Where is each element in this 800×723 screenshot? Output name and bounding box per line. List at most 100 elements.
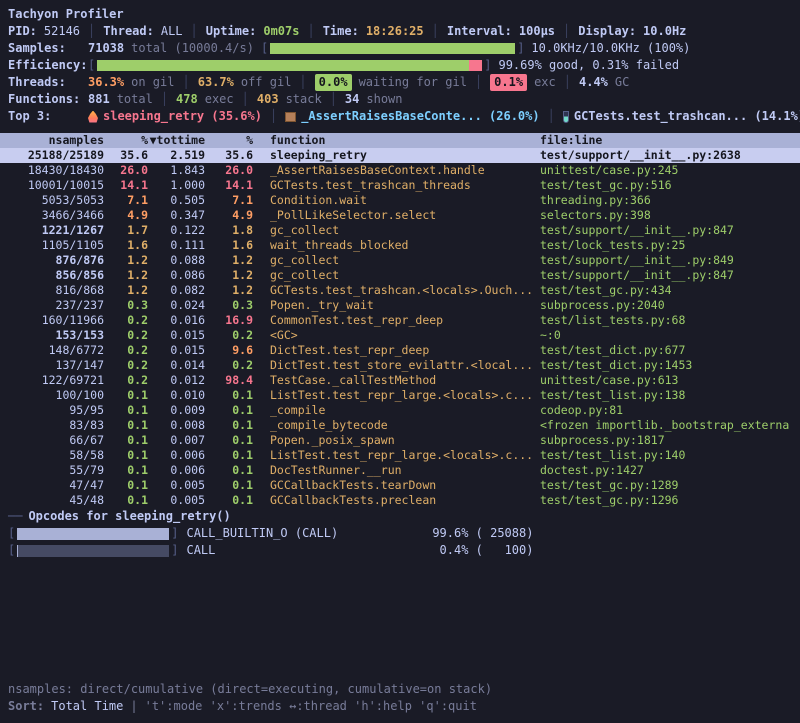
cell-pct-direct: 1.2 xyxy=(104,283,148,298)
table-row[interactable]: 137/1470.20.0140.2DictTest.test_store_ev… xyxy=(0,358,800,373)
opcode-stat: 0.4% ( 100) xyxy=(421,542,533,559)
table-row[interactable]: 58/580.10.0060.1ListTest.test_repr_large… xyxy=(0,448,800,463)
thread-value[interactable]: ALL xyxy=(161,23,183,40)
cell-function: wait_threads_blocked xyxy=(253,238,540,253)
cell-nsamples: 95/95 xyxy=(0,403,104,418)
table-row[interactable]: 25188/2518935.62.51935.6sleeping_retryte… xyxy=(0,148,800,163)
threads-row: Threads: 36.3%on gil │ 63.7%off gil │ 0.… xyxy=(0,74,800,91)
table-row[interactable]: 160/119660.20.01616.9CommonTest.test_rep… xyxy=(0,313,800,328)
cell-file-line: doctest.py:1427 xyxy=(540,463,800,478)
table-row[interactable]: 10001/1001514.11.00014.1GCTests.test_tra… xyxy=(0,178,800,193)
divider: │ xyxy=(475,74,482,91)
cell-file-line: test/test_dict.py:677 xyxy=(540,343,800,358)
table-row[interactable]: 153/1530.20.0150.2<GC>~:0 xyxy=(0,328,800,343)
bar-open-bracket: [ xyxy=(8,542,15,559)
top3-item-1[interactable]: sleeping_retry (35.6%) xyxy=(103,108,262,125)
cell-function: TestCase._callTestMethod xyxy=(253,373,540,388)
table-row[interactable]: 856/8561.20.0861.2gc_collecttest/support… xyxy=(0,268,800,283)
cell-pct-direct: 0.1 xyxy=(104,433,148,448)
table-row[interactable]: 55/790.10.0060.1DocTestRunner.__rundocte… xyxy=(0,463,800,478)
table-row[interactable]: 66/670.10.0070.1Popen._posix_spawnsubpro… xyxy=(0,433,800,448)
table-row[interactable]: 816/8681.20.0821.2GCTests.test_trashcan.… xyxy=(0,283,800,298)
cell-file-line: unittest/case.py:613 xyxy=(540,373,800,388)
cell-pct-direct: 0.2 xyxy=(104,313,148,328)
opcode-name: CALL xyxy=(186,542,421,559)
cell-pct-direct: 0.2 xyxy=(104,343,148,358)
cell-file-line: test/support/__init__.py:2638 xyxy=(540,148,800,163)
time-value: 18:26:25 xyxy=(366,23,424,40)
samples-rate-detail: total (10000.4/s) xyxy=(131,40,254,57)
cell-file-line: ~:0 xyxy=(540,328,800,343)
cell-nsamples: 83/83 xyxy=(0,418,104,433)
cell-tottime: 0.005 xyxy=(148,493,205,508)
cell-nsamples: 122/69721 xyxy=(0,373,104,388)
table-row[interactable]: 5053/50537.10.5057.1Condition.waitthread… xyxy=(0,193,800,208)
header-tottime-sorted[interactable]: ▼tottime xyxy=(148,133,205,148)
cell-pct-direct: 35.6 xyxy=(104,148,148,163)
table-row[interactable]: 18430/1843026.01.84326.0_AssertRaisesBas… xyxy=(0,163,800,178)
table-row[interactable]: 47/470.10.0050.1GCCallbackTests.tearDown… xyxy=(0,478,800,493)
cell-file-line: test/test_gc.py:434 xyxy=(540,283,800,298)
cell-pct-cumulative: 26.0 xyxy=(205,163,253,178)
cell-tottime: 0.111 xyxy=(148,238,205,253)
table-row[interactable]: 876/8761.20.0881.2gc_collecttest/support… xyxy=(0,253,800,268)
cell-file-line: subprocess.py:1817 xyxy=(540,433,800,448)
opcode-stat: 99.6% ( 25088) xyxy=(421,525,533,542)
cell-pct-direct: 0.1 xyxy=(104,388,148,403)
cell-nsamples: 148/6772 xyxy=(0,343,104,358)
functions-row: Functions: 881total │ 478exec │ 403stack… xyxy=(0,91,800,108)
divider: │ xyxy=(548,108,555,125)
sort-value[interactable]: Total Time xyxy=(51,698,123,715)
cell-pct-cumulative: 7.1 xyxy=(205,193,253,208)
efficiency-label: Efficiency: xyxy=(8,57,88,74)
table-row[interactable]: 100/1000.10.0100.1ListTest.test_repr_lar… xyxy=(0,388,800,403)
thread-label: Thread: xyxy=(103,23,154,40)
table-row[interactable]: 95/950.10.0090.1_compilecodeop.py:81 xyxy=(0,403,800,418)
cell-pct-cumulative: 0.1 xyxy=(205,493,253,508)
divider: │ xyxy=(564,74,571,91)
opcode-bar-row: []CALL_BUILTIN_O (CALL)99.6% ( 25088) xyxy=(0,525,800,542)
divider: │ xyxy=(330,91,337,108)
cell-pct-direct: 0.1 xyxy=(104,403,148,418)
cell-pct-direct: 1.2 xyxy=(104,268,148,283)
opcodes-title-row: ── Opcodes for sleeping_retry() xyxy=(0,508,800,525)
cell-pct-cumulative: 1.2 xyxy=(205,253,253,268)
table-row[interactable]: 237/2370.30.0240.3Popen._try_waitsubproc… xyxy=(0,298,800,313)
cell-tottime: 0.505 xyxy=(148,193,205,208)
cell-function: _PollLikeSelector.select xyxy=(253,208,540,223)
cell-file-line: test/test_list.py:140 xyxy=(540,448,800,463)
nsamples-legend: nsamples: direct/cumulative (direct=exec… xyxy=(8,681,492,698)
bar-open-bracket: [ xyxy=(88,57,95,74)
functions-exec-name: exec xyxy=(205,91,234,108)
cell-file-line: unittest/case.py:245 xyxy=(540,163,800,178)
cell-pct-direct: 1.7 xyxy=(104,223,148,238)
cell-nsamples: 856/856 xyxy=(0,268,104,283)
top3-item-2[interactable]: _AssertRaisesBaseConte... (26.0%) xyxy=(301,108,539,125)
bar-open-bracket: [ xyxy=(261,40,268,57)
table-row[interactable]: 148/67720.20.0159.6DictTest.test_repr_de… xyxy=(0,343,800,358)
cell-pct-direct: 7.1 xyxy=(104,193,148,208)
cell-function: GCTests.test_trashcan_threads xyxy=(253,178,540,193)
efficiency-bar-fill xyxy=(97,60,469,71)
cell-tottime: 0.008 xyxy=(148,418,205,433)
cell-pct-direct: 1.2 xyxy=(104,253,148,268)
cell-pct-direct: 0.1 xyxy=(104,493,148,508)
divider: │ xyxy=(88,23,95,40)
table-row[interactable]: 45/480.10.0050.1GCCallbackTests.preclean… xyxy=(0,493,800,508)
cell-pct-direct: 0.1 xyxy=(104,478,148,493)
table-row[interactable]: 1105/11051.60.1111.6wait_threads_blocked… xyxy=(0,238,800,253)
table-row[interactable]: 83/830.10.0080.1_compile_bytecode<frozen… xyxy=(0,418,800,433)
top3-item-3[interactable]: GCTests.test_trashcan... (14.1%) xyxy=(574,108,800,125)
table-row[interactable]: 1221/12671.70.1221.8gc_collecttest/suppo… xyxy=(0,223,800,238)
table-row[interactable]: 3466/34664.90.3474.9_PollLikeSelector.se… xyxy=(0,208,800,223)
threads-waiting-value: 0.0% xyxy=(315,74,352,91)
footer: nsamples: direct/cumulative (direct=exec… xyxy=(0,681,800,715)
cell-pct-direct: 1.6 xyxy=(104,238,148,253)
package-icon xyxy=(285,112,296,122)
cell-nsamples: 66/67 xyxy=(0,433,104,448)
cell-function: Popen._posix_spawn xyxy=(253,433,540,448)
threads-off-gil-name: off gil xyxy=(241,74,292,91)
table-row[interactable]: 122/697210.20.01298.4TestCase._callTestM… xyxy=(0,373,800,388)
cell-function: GCCallbackTests.preclean xyxy=(253,493,540,508)
cell-tottime: 0.010 xyxy=(148,388,205,403)
